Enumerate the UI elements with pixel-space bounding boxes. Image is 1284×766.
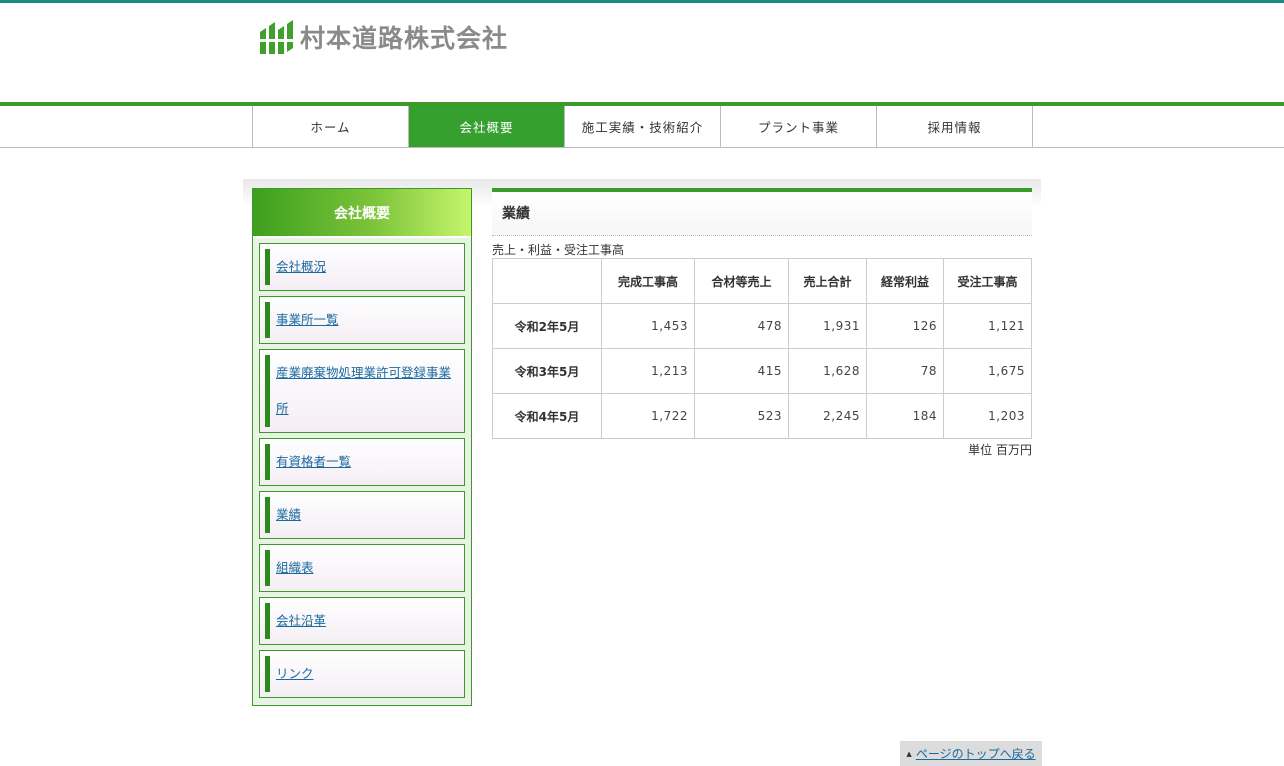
table-header-cell: 売上合計 <box>788 258 867 304</box>
sidebar-item-marker <box>265 444 270 480</box>
sidebar-item-organization[interactable]: 組織表 <box>259 544 465 592</box>
table-header-row: 完成工事高 合材等売上 売上合計 経常利益 受注工事高 <box>492 258 1032 304</box>
nav-recruit[interactable]: 採用情報 <box>876 106 1033 147</box>
table-cell: 1,931 <box>788 303 867 349</box>
sidebar-item-links[interactable]: リンク <box>259 650 465 698</box>
table-header-cell: 経常利益 <box>866 258 944 304</box>
table-row-header: 令和3年5月 <box>492 348 602 394</box>
sidebar-item-label[interactable]: 有資格者一覧 <box>276 444 460 480</box>
main-content: 業績 売上・利益・受注工事高 完成工事高 合材等売上 売上合計 経常利益 受注工… <box>492 188 1032 458</box>
page-title: 業績 <box>492 192 1032 236</box>
company-logo[interactable]: 村本道路株式会社 <box>258 18 508 56</box>
sidebar-title: 会社概要 <box>253 189 471 238</box>
table-cell: 1,121 <box>943 303 1032 349</box>
sidebar-item-marker <box>265 302 270 338</box>
up-triangle-icon: ▲ <box>906 749 912 758</box>
global-nav: ホーム 会社概要 施工実績・技術紹介 プラント事業 採用情報 <box>252 106 1033 147</box>
back-to-top-link[interactable]: ページのトップへ戻る <box>916 745 1036 762</box>
sidebar-item-qualified[interactable]: 有資格者一覧 <box>259 438 465 486</box>
table-cell: 1,203 <box>943 393 1032 439</box>
top-accent-line <box>0 0 1284 3</box>
nav-works[interactable]: 施工実績・技術紹介 <box>564 106 720 147</box>
sidebar-item-label[interactable]: 組織表 <box>276 550 460 586</box>
logo-icon <box>258 20 296 54</box>
table-cell: 2,245 <box>788 393 867 439</box>
table-cell: 1,722 <box>601 393 695 439</box>
unit-note: 単位 百万円 <box>968 443 1032 457</box>
table-header-cell <box>492 258 602 304</box>
table-row: 令和2年5月 1,453 478 1,931 126 1,121 <box>492 303 1032 349</box>
sidebar-item-marker <box>265 550 270 586</box>
nav-home[interactable]: ホーム <box>252 106 408 147</box>
sidebar-item-marker <box>265 355 270 427</box>
table-cell: 415 <box>694 348 789 394</box>
sidebar-item-label[interactable]: 業績 <box>276 497 460 533</box>
performance-table: 完成工事高 合材等売上 売上合計 経常利益 受注工事高 令和2年5月 1,453… <box>492 258 1032 439</box>
table-row: 令和3年5月 1,213 415 1,628 78 1,675 <box>492 348 1032 394</box>
sidebar-item-label[interactable]: 産業廃棄物処理業許可登録事業所 <box>276 355 460 427</box>
sidebar-item-label[interactable]: 事業所一覧 <box>276 302 460 338</box>
table-cell: 1,628 <box>788 348 867 394</box>
table-cell: 1,213 <box>601 348 695 394</box>
table-caption: 売上・利益・受注工事高 <box>492 243 625 257</box>
sidebar-item-offices[interactable]: 事業所一覧 <box>259 296 465 344</box>
table-header-cell: 合材等売上 <box>694 258 789 304</box>
table-cell: 184 <box>866 393 944 439</box>
table-header-cell: 完成工事高 <box>601 258 695 304</box>
nav-plant[interactable]: プラント事業 <box>720 106 876 147</box>
sidebar-item-marker <box>265 497 270 533</box>
back-to-top[interactable]: ▲ ページのトップへ戻る <box>900 741 1042 766</box>
sidebar-item-marker <box>265 656 270 692</box>
company-name: 村本道路株式会社 <box>300 24 509 53</box>
table-cell: 78 <box>866 348 944 394</box>
sidebar: 会社概要 会社概況 事業所一覧 産業廃棄物処理業許可登録事業所 有資格者一覧 業… <box>252 188 472 706</box>
sidebar-item-label[interactable]: 会社沿革 <box>276 603 460 639</box>
table-cell: 1,453 <box>601 303 695 349</box>
sidebar-item-history[interactable]: 会社沿革 <box>259 597 465 645</box>
table-cell: 1,675 <box>943 348 1032 394</box>
sidebar-item-overview[interactable]: 会社概況 <box>259 243 465 291</box>
table-row-header: 令和2年5月 <box>492 303 602 349</box>
table-cell: 478 <box>694 303 789 349</box>
table-cell: 126 <box>866 303 944 349</box>
sidebar-item-performance[interactable]: 業績 <box>259 491 465 539</box>
table-cell: 523 <box>694 393 789 439</box>
sidebar-item-marker <box>265 249 270 285</box>
nav-bottom-line <box>0 147 1284 148</box>
sidebar-item-label[interactable]: リンク <box>276 656 460 692</box>
table-header-cell: 受注工事高 <box>943 258 1032 304</box>
sidebar-item-label[interactable]: 会社概況 <box>276 249 460 285</box>
sidebar-item-waste-license[interactable]: 産業廃棄物処理業許可登録事業所 <box>259 349 465 433</box>
table-row: 令和4年5月 1,722 523 2,245 184 1,203 <box>492 393 1032 439</box>
table-row-header: 令和4年5月 <box>492 393 602 439</box>
nav-company[interactable]: 会社概要 <box>408 106 564 147</box>
sidebar-item-marker <box>265 603 270 639</box>
